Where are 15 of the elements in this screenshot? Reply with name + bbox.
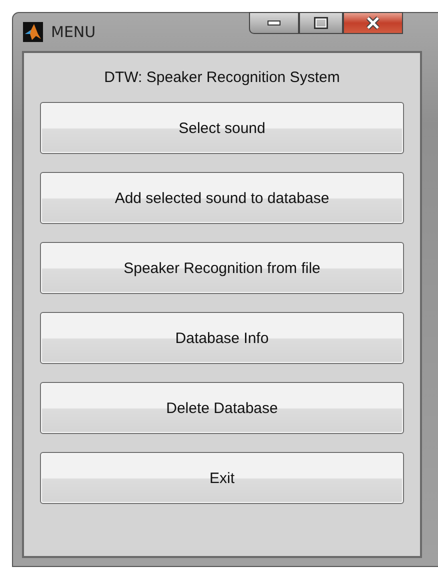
menu-button[interactable]: Add selected sound to database	[40, 172, 404, 224]
app-icon	[23, 22, 43, 42]
maximize-icon	[314, 17, 328, 29]
minimize-button[interactable]	[249, 12, 299, 34]
menu-button[interactable]: Exit	[40, 452, 404, 504]
window-title: MENU	[51, 23, 96, 41]
menu-button[interactable]: Speaker Recognition from file	[40, 242, 404, 294]
maximize-button[interactable]	[299, 12, 343, 34]
close-button[interactable]	[343, 12, 403, 34]
menu-button[interactable]: Database Info	[40, 312, 404, 364]
heading: DTW: Speaker Recognition System	[104, 69, 340, 86]
close-icon	[365, 16, 381, 30]
minimize-icon	[267, 20, 281, 26]
menu-button[interactable]: Select sound	[40, 102, 404, 154]
menu-button[interactable]: Delete Database	[40, 382, 404, 434]
